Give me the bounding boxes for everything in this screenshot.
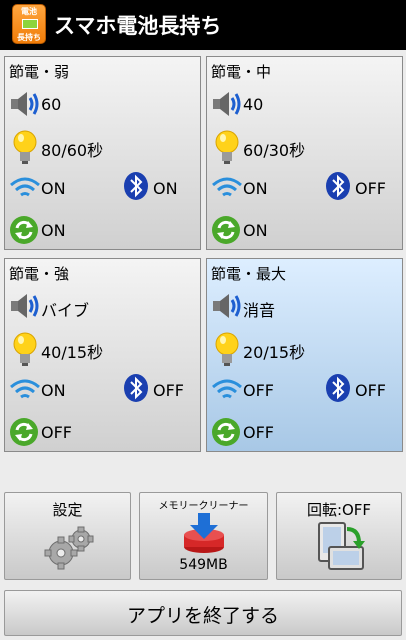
mode-panel-medium[interactable]: 節電・中 40 60/30秒 ON OFF ON xyxy=(206,56,403,250)
screen-timeout-value: 40/15秒 xyxy=(41,343,104,362)
memory-cleaner-label: メモリークリーナー xyxy=(158,501,249,512)
gears-icon xyxy=(44,526,94,570)
bulb-icon xyxy=(13,130,37,164)
app-logo-text-1: 電池 xyxy=(21,7,37,16)
title-bar: 電池 長持ち スマホ電池長持ち xyxy=(0,0,406,50)
bluetooth-value: OFF xyxy=(355,381,386,400)
app-logo-text-2: 長持ち xyxy=(17,33,41,42)
bluetooth-value: OFF xyxy=(355,179,386,198)
exit-app-label: アプリを終了する xyxy=(126,605,279,627)
speaker-icon xyxy=(11,294,39,318)
sync-icon xyxy=(212,216,240,244)
settings-button[interactable]: 設定 xyxy=(4,492,131,580)
wifi-value: ON xyxy=(41,381,66,400)
sync-value: OFF xyxy=(243,423,274,442)
app-title: スマホ電池長持ち xyxy=(54,14,222,38)
sync-icon xyxy=(10,216,38,244)
screen-timeout-value: 60/30秒 xyxy=(243,141,306,160)
mode-panel-strong[interactable]: 節電・強 バイブ 40/15秒 ON OFF OFF xyxy=(4,258,201,452)
mode-title: 節電・強 xyxy=(9,265,70,283)
bluetooth-value: ON xyxy=(153,179,178,198)
sync-value: OFF xyxy=(41,423,72,442)
exit-app-button[interactable]: アプリを終了する xyxy=(4,590,402,636)
rotation-button[interactable]: 回転:OFF xyxy=(276,492,402,580)
rotation-label: 回転:OFF xyxy=(306,501,372,519)
mode-title: 節電・弱 xyxy=(9,63,70,81)
wifi-value: OFF xyxy=(243,381,274,400)
mode-title: 節電・最大 xyxy=(211,265,287,283)
screen-timeout-value: 80/60秒 xyxy=(41,141,104,160)
bulb-icon xyxy=(13,332,37,366)
speaker-icon xyxy=(213,294,241,318)
app-logo-icon: 電池 長持ち xyxy=(12,4,46,44)
speaker-icon xyxy=(213,92,241,116)
screen-timeout-value: 20/15秒 xyxy=(243,343,306,362)
volume-value: 消音 xyxy=(243,301,276,320)
bluetooth-value: OFF xyxy=(153,381,184,400)
wifi-value: ON xyxy=(41,179,66,198)
mode-panel-max[interactable]: 節電・最大 消音 20/15秒 OFF OFF OFF xyxy=(206,258,403,452)
bluetooth-icon xyxy=(326,374,350,402)
memory-value: 549MB xyxy=(179,557,228,573)
volume-value: バイブ xyxy=(41,301,90,320)
mode-panel-weak[interactable]: 節電・弱 60 80/60秒 ON ON ON xyxy=(4,56,201,250)
settings-label: 設定 xyxy=(52,501,83,519)
volume-value: 60 xyxy=(41,95,62,114)
mode-title: 節電・中 xyxy=(211,63,272,81)
bluetooth-icon xyxy=(326,172,350,200)
sync-value: ON xyxy=(41,221,66,240)
wifi-icon xyxy=(212,379,242,399)
sync-icon xyxy=(10,418,38,446)
rotation-icon xyxy=(318,522,365,570)
sync-icon xyxy=(212,418,240,446)
memory-cleaner-button[interactable]: メモリークリーナー 549MB xyxy=(139,492,268,580)
wifi-icon xyxy=(10,177,40,197)
speaker-icon xyxy=(11,92,39,116)
bulb-icon xyxy=(215,332,239,366)
sync-value: ON xyxy=(243,221,268,240)
bulb-icon xyxy=(215,130,239,164)
memory-clean-icon xyxy=(184,513,224,553)
volume-value: 40 xyxy=(243,95,264,114)
wifi-value: ON xyxy=(243,179,268,198)
wifi-icon xyxy=(10,379,40,399)
bluetooth-icon xyxy=(124,374,148,402)
bluetooth-icon xyxy=(124,172,148,200)
wifi-icon xyxy=(212,177,242,197)
